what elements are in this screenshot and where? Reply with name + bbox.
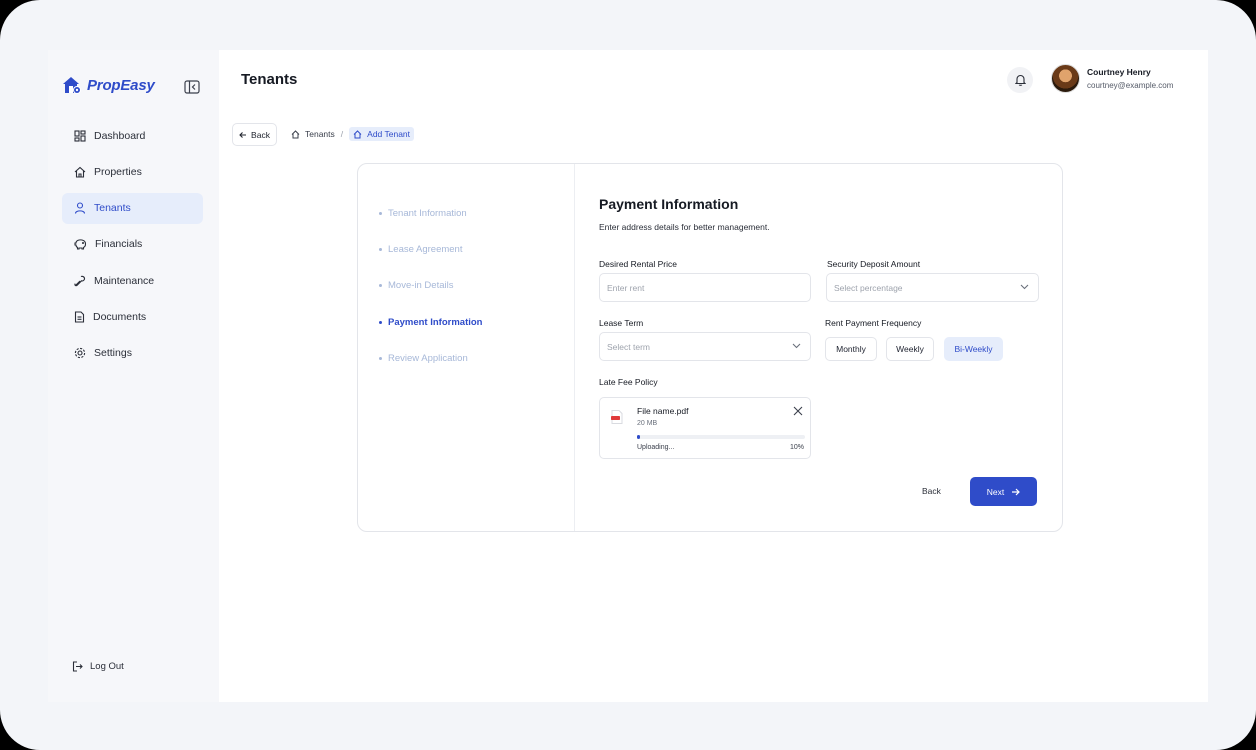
next-button[interactable]: Next — [970, 477, 1037, 506]
step-payment-information[interactable]: Payment Information — [379, 304, 574, 340]
rental-price-label: Desired Rental Price — [599, 259, 677, 269]
step-tenant-information[interactable]: Tenant Information — [379, 195, 574, 231]
brand-logo[interactable]: PropEasy — [62, 76, 155, 95]
home-icon — [74, 166, 86, 178]
step-dot — [379, 356, 382, 360]
sidebar-nav: Dashboard Properties Tenants Financials … — [62, 120, 203, 374]
close-icon[interactable] — [793, 406, 803, 416]
grid-icon — [74, 129, 86, 142]
form-title: Payment Information — [599, 196, 739, 212]
file-upload-card: File name.pdf 20 MB Uploading... 10% — [599, 397, 811, 459]
sidebar-collapse-icon[interactable] — [184, 80, 200, 94]
brand-name: PropEasy — [87, 77, 155, 94]
gear-icon — [74, 348, 86, 359]
upload-status: Uploading... — [637, 444, 675, 451]
sidebar-item-properties[interactable]: Properties — [62, 156, 203, 187]
upload-progress-bar — [637, 435, 805, 439]
lease-term-placeholder: Select term — [607, 341, 650, 352]
chevron-down-icon — [792, 343, 801, 349]
document-icon — [74, 311, 85, 323]
bell-icon — [1014, 74, 1026, 86]
form-subtitle: Enter address details for better managem… — [599, 222, 770, 232]
sidebar-item-documents[interactable]: Documents — [62, 301, 203, 332]
add-tenant-card: Tenant Information Lease Agreement Move-… — [357, 163, 1063, 532]
lease-term-select[interactable]: Select term — [599, 332, 811, 361]
step-label: Payment Information — [388, 316, 483, 328]
upload-percent: 10% — [789, 444, 804, 451]
back-button[interactable]: Back — [922, 486, 941, 496]
home-icon — [353, 129, 362, 138]
sidebar-item-label: Documents — [93, 310, 147, 323]
logout-icon — [72, 661, 83, 672]
step-move-in-details[interactable]: Move-in Details — [379, 268, 574, 304]
sidebar: PropEasy Dashboard Properties Tenants Fi… — [48, 50, 219, 702]
lease-term-label: Lease Term — [599, 318, 644, 328]
payment-form: Payment Information Enter address detail… — [575, 164, 1062, 531]
avatar[interactable] — [1051, 64, 1080, 93]
sidebar-item-dashboard[interactable]: Dashboard — [62, 120, 203, 151]
upload-progress-fill — [637, 435, 641, 439]
app-window: PropEasy Dashboard Properties Tenants Fi… — [48, 50, 1208, 702]
step-dot — [379, 211, 382, 215]
arrow-left-icon — [239, 131, 247, 138]
sidebar-item-settings[interactable]: Settings — [62, 338, 203, 369]
security-deposit-placeholder: Select percentage — [834, 282, 903, 293]
notification-button[interactable] — [1007, 67, 1033, 93]
step-label: Move-in Details — [388, 280, 454, 292]
sidebar-item-financials[interactable]: Financials — [62, 229, 203, 260]
step-dot — [379, 320, 382, 324]
next-label: Next — [986, 486, 1005, 497]
sidebar-item-maintenance[interactable]: Maintenance — [62, 265, 203, 296]
step-dot — [379, 284, 382, 288]
sidebar-item-label: Financials — [95, 238, 143, 251]
logout-label: Log Out — [90, 661, 124, 672]
sidebar-item-label: Properties — [94, 165, 142, 178]
frequency-monthly-button[interactable]: Monthly — [825, 337, 877, 361]
sidebar-item-label: Dashboard — [94, 129, 146, 142]
breadcrumb-add-tenant[interactable]: Add Tenant — [349, 127, 415, 141]
logout-button[interactable]: Log Out — [72, 661, 124, 672]
page-title: Tenants — [241, 71, 298, 88]
user-email: courtney@example.com — [1087, 81, 1174, 90]
frequency-biweekly-button[interactable]: Bi-Weekly — [944, 337, 1003, 361]
sidebar-item-tenants[interactable]: Tenants — [62, 192, 203, 224]
rental-price-input[interactable] — [607, 282, 810, 293]
file-name: File name.pdf — [637, 406, 689, 416]
pdf-file-icon — [611, 410, 623, 424]
piggy-bank-icon — [74, 239, 87, 250]
home-icon — [291, 129, 300, 138]
step-label: Lease Agreement — [388, 243, 463, 255]
user-icon — [74, 202, 86, 214]
device-frame: PropEasy Dashboard Properties Tenants Fi… — [0, 0, 1256, 750]
rental-price-field — [599, 273, 811, 302]
step-label: Tenant Information — [388, 207, 467, 219]
sidebar-item-label: Settings — [94, 347, 132, 360]
brand-house-icon — [63, 77, 81, 94]
security-deposit-label: Security Deposit Amount — [827, 259, 921, 269]
step-list: Tenant Information Lease Agreement Move-… — [358, 164, 575, 531]
arrow-right-icon — [1012, 488, 1021, 495]
frequency-label: Rent Payment Frequency — [825, 318, 922, 328]
user-name: Courtney Henry — [1087, 67, 1151, 77]
late-fee-label: Late Fee Policy — [599, 377, 658, 387]
file-size: 20 MB — [637, 420, 658, 427]
breadcrumb-tenants[interactable]: Tenants — [291, 129, 335, 139]
sidebar-item-label: Maintenance — [94, 274, 155, 287]
step-lease-agreement[interactable]: Lease Agreement — [379, 231, 574, 267]
chevron-down-icon — [1020, 284, 1029, 290]
breadcrumb: Tenants / Add Tenant — [291, 127, 415, 141]
step-review-application[interactable]: Review Application — [379, 340, 574, 376]
breadcrumb-label: Add Tenant — [367, 129, 411, 139]
frequency-weekly-button[interactable]: Weekly — [886, 337, 934, 361]
sidebar-item-label: Tenants — [94, 202, 131, 215]
security-deposit-select[interactable]: Select percentage — [826, 273, 1039, 302]
breadcrumb-separator: / — [340, 129, 344, 139]
back-label: Back — [251, 129, 270, 140]
breadcrumb-label: Tenants — [305, 129, 335, 139]
wrench-icon — [74, 275, 86, 286]
step-label: Review Application — [388, 352, 468, 364]
step-dot — [379, 247, 382, 251]
breadcrumb-back-button[interactable]: Back — [232, 123, 277, 146]
main-content: Tenants Courtney Henry courtney@example.… — [219, 50, 1208, 702]
